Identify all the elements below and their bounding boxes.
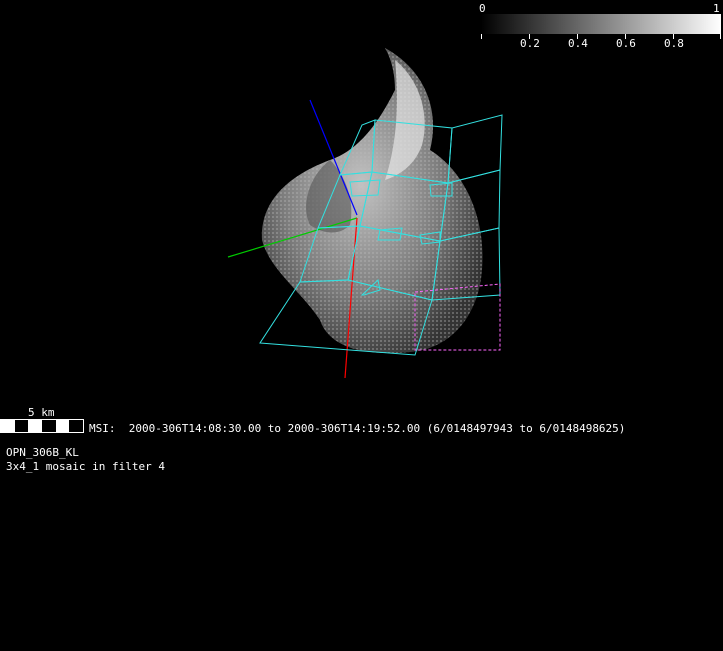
observation-name: OPN_306B_KL bbox=[6, 446, 79, 459]
msi-time-range: MSI: 2000-306T14:08:30.00 to 2000-306T14… bbox=[89, 422, 626, 435]
asteroid-shape bbox=[261, 48, 483, 354]
scale-bar bbox=[0, 419, 84, 433]
scale-label: 5 km bbox=[28, 406, 55, 419]
asteroid-texture bbox=[261, 48, 483, 354]
footprint-frame bbox=[447, 114, 503, 184]
asteroid-scene bbox=[227, 48, 503, 379]
mosaic-description: 3x4_1 mosaic in filter 4 bbox=[6, 460, 165, 473]
